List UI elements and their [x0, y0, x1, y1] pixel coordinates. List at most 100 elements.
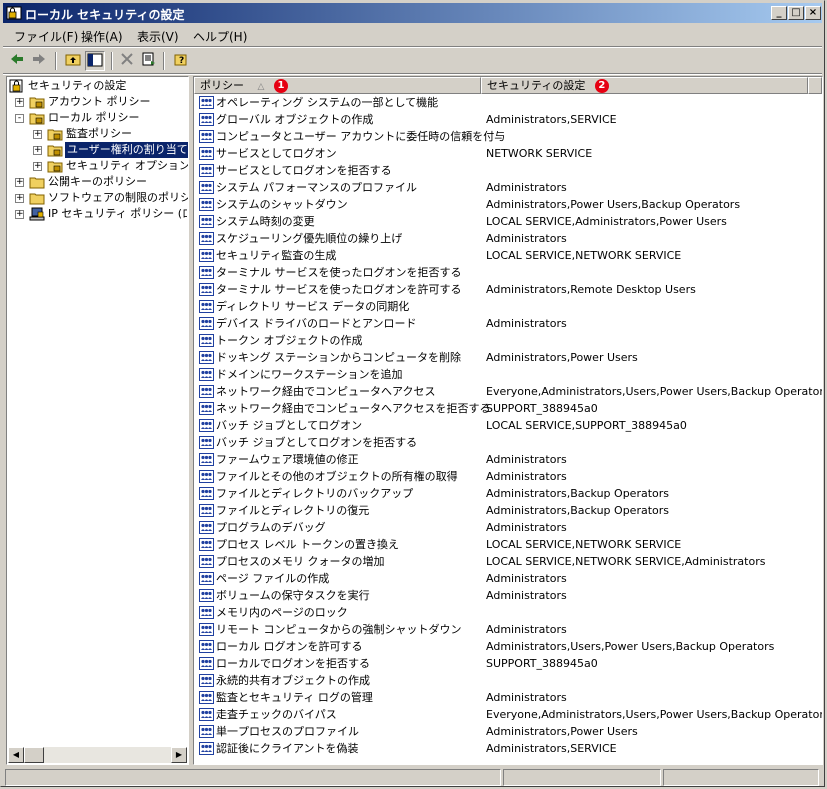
- scroll-right-icon[interactable]: ▶: [171, 747, 187, 763]
- policy-name: 永続的共有オブジェクトの作成: [216, 674, 370, 687]
- table-row[interactable]: ファイルとディレクトリの復元 Administrators,Backup Oper…: [194, 502, 822, 519]
- back-arrow-icon[interactable]: [7, 51, 27, 71]
- table-row[interactable]: ローカルでログオンを拒否する SUPPORT_388945a0: [194, 655, 822, 672]
- policy-name: オペレーティング システムの一部として機能: [216, 96, 439, 109]
- user-right-policy-icon: [199, 538, 214, 551]
- table-row[interactable]: ボリュームの保守タスクを実行 Administrators: [194, 587, 822, 604]
- export-list-icon[interactable]: [139, 51, 159, 71]
- tree-item-security-options[interactable]: + セキュリティ オプション: [7, 158, 188, 174]
- scroll-left-icon[interactable]: ◀: [8, 747, 24, 763]
- menu-help[interactable]: ヘルプ(H): [193, 28, 247, 45]
- policy-name: グローバル オブジェクトの作成: [216, 113, 374, 126]
- table-row[interactable]: ネットワーク経由でコンピュータへアクセスを拒否する SUPPORT_388945a…: [194, 400, 822, 417]
- user-right-policy-icon: [199, 657, 214, 670]
- table-row[interactable]: システムのシャットダウン Administrators,Power Users,B…: [194, 196, 822, 213]
- policy-setting: LOCAL SERVICE,NETWORK SERVICE: [486, 538, 682, 551]
- policy-setting: Administrators,Power Users,Backup Operat…: [486, 198, 741, 211]
- policy-setting: SUPPORT_388945a0: [486, 402, 598, 415]
- table-row[interactable]: サービスとしてログオン NETWORK SERVICE: [194, 145, 822, 162]
- table-row[interactable]: 単一プロセスのプロファイル Administrators,Power Users: [194, 723, 822, 740]
- table-row[interactable]: ドッキング ステーションからコンピュータを削除 Administrators,Po…: [194, 349, 822, 366]
- collapse-icon[interactable]: -: [15, 114, 24, 123]
- tree-item-user-rights-assignment[interactable]: + ユーザー権利の割り当て: [7, 141, 188, 159]
- column-header-policy[interactable]: ポリシー △ 1: [194, 77, 481, 94]
- table-row[interactable]: 監査とセキュリティ ログの管理 Administrators: [194, 689, 822, 706]
- table-row[interactable]: プロセス レベル トークンの置き換え LOCAL SERVICE,NETWORK …: [194, 536, 822, 553]
- tree-item-ip-security[interactable]: + IP セキュリティ ポリシー (ローカル コンピュータ): [7, 206, 187, 222]
- table-row[interactable]: グローバル オブジェクトの作成 Administrators,SERVICE: [194, 111, 822, 128]
- tree-pane[interactable]: セキュリティの設定 + アカウント ポリシー - ローカル ポリシー + 監査ポ…: [6, 76, 189, 765]
- table-row[interactable]: 永続的共有オブジェクトの作成: [194, 672, 822, 689]
- tree-horizontal-scrollbar[interactable]: ◀ ▶: [8, 747, 187, 763]
- user-right-policy-icon: [199, 113, 214, 126]
- tree-item-audit-policy[interactable]: + 監査ポリシー: [7, 126, 187, 142]
- policy-setting: Administrators,SERVICE: [486, 113, 617, 126]
- forward-arrow-icon[interactable]: [29, 51, 49, 71]
- close-button[interactable]: ×: [805, 6, 821, 20]
- table-row[interactable]: プロセスのメモリ クォータの増加 LOCAL SERVICE,NETWORK SE…: [194, 553, 822, 570]
- policy-setting: Administrators: [486, 691, 567, 704]
- delete-icon[interactable]: [117, 51, 137, 71]
- policy-setting: Administrators,Remote Desktop Users: [486, 283, 696, 296]
- tree-item-software-restriction[interactable]: + ソフトウェアの制限のポリシー: [7, 190, 188, 206]
- table-row[interactable]: プログラムのデバッグ Administrators: [194, 519, 822, 536]
- expand-icon[interactable]: +: [33, 162, 42, 171]
- table-row[interactable]: システム パフォーマンスのプロファイル Administrators: [194, 179, 822, 196]
- tree-item-local-policy[interactable]: - ローカル ポリシー: [7, 110, 187, 126]
- tree-item-account-policy[interactable]: + アカウント ポリシー: [7, 94, 187, 110]
- policy-setting: LOCAL SERVICE,Administrators,Power Users: [486, 215, 727, 228]
- expand-icon[interactable]: +: [33, 130, 42, 139]
- title-bar[interactable]: ローカル セキュリティの設定 _ □ ×: [3, 3, 822, 23]
- table-row[interactable]: デバイス ドライバのロードとアンロード Administrators: [194, 315, 822, 332]
- expand-icon[interactable]: +: [15, 98, 24, 107]
- maximize-button[interactable]: □: [788, 6, 804, 20]
- menu-file[interactable]: ファイル(F): [14, 28, 78, 45]
- policy-list-pane[interactable]: ポリシー △ 1 セキュリティの設定 2 オペレーティング システムの一部として…: [193, 76, 823, 765]
- table-row[interactable]: 走査チェックのバイパス Everyone,Administrators,Users…: [194, 706, 822, 723]
- user-right-policy-icon: [199, 198, 214, 211]
- table-row[interactable]: リモート コンピュータからの強制シャットダウン Administrators: [194, 621, 822, 638]
- policy-setting: Everyone,Administrators,Users,Power User…: [486, 385, 823, 398]
- expand-icon[interactable]: +: [15, 194, 24, 203]
- table-row[interactable]: バッチ ジョブとしてログオンを拒否する: [194, 434, 822, 451]
- table-row[interactable]: メモリ内のページのロック: [194, 604, 822, 621]
- table-row[interactable]: ドメインにワークステーションを追加: [194, 366, 822, 383]
- help-icon[interactable]: ?: [171, 51, 191, 71]
- policy-setting: Administrators: [486, 623, 567, 636]
- table-row[interactable]: スケジューリング優先順位の繰り上げ Administrators: [194, 230, 822, 247]
- table-row[interactable]: ターミナル サービスを使ったログオンを拒否する: [194, 264, 822, 281]
- show-hide-tree-icon[interactable]: [85, 51, 105, 71]
- policy-name: ネットワーク経由でコンピュータへアクセスを拒否する: [216, 402, 491, 415]
- table-row[interactable]: 認証後にクライアントを偽装 Administrators,SERVICE: [194, 740, 822, 757]
- up-folder-icon[interactable]: [63, 51, 83, 71]
- table-row[interactable]: システム時刻の変更 LOCAL SERVICE,Administrators,Po…: [194, 213, 822, 230]
- table-row[interactable]: ターミナル サービスを使ったログオンを許可する Administrators,Re…: [194, 281, 822, 298]
- table-row[interactable]: オペレーティング システムの一部として機能: [194, 94, 822, 111]
- table-row[interactable]: トークン オブジェクトの作成: [194, 332, 822, 349]
- expand-icon[interactable]: +: [15, 178, 24, 187]
- table-row[interactable]: ローカル ログオンを許可する Administrators,Users,Power…: [194, 638, 822, 655]
- table-row[interactable]: ファイルとその他のオブジェクトの所有権の取得 Administrators: [194, 468, 822, 485]
- table-row[interactable]: セキュリティ監査の生成 LOCAL SERVICE,NETWORK SERVICE: [194, 247, 822, 264]
- expand-icon[interactable]: +: [15, 210, 24, 219]
- expand-icon[interactable]: +: [33, 146, 42, 155]
- tree-item-public-key-policy[interactable]: + 公開キーのポリシー: [7, 174, 187, 190]
- menu-view[interactable]: 表示(V): [137, 28, 179, 45]
- column-header-security-setting[interactable]: セキュリティの設定 2: [481, 77, 808, 94]
- column-header-filler: [808, 77, 822, 94]
- table-row[interactable]: ディレクトリ サービス データの同期化: [194, 298, 822, 315]
- user-right-policy-icon: [199, 521, 214, 534]
- table-row[interactable]: サービスとしてログオンを拒否する: [194, 162, 822, 179]
- table-row[interactable]: バッチ ジョブとしてログオン LOCAL SERVICE,SUPPORT_3889…: [194, 417, 822, 434]
- table-row[interactable]: コンピュータとユーザー アカウントに委任時の信頼を付与: [194, 128, 822, 145]
- scroll-thumb[interactable]: [24, 747, 44, 763]
- user-right-policy-icon: [199, 725, 214, 738]
- table-row[interactable]: ネットワーク経由でコンピュータへアクセス Everyone,Administrat…: [194, 383, 822, 400]
- table-row[interactable]: ページ ファイルの作成 Administrators: [194, 570, 822, 587]
- minimize-button[interactable]: _: [771, 6, 787, 20]
- table-row[interactable]: ファイルとディレクトリのバックアップ Administrators,Backup …: [194, 485, 822, 502]
- user-right-policy-icon: [199, 266, 214, 279]
- menu-action[interactable]: 操作(A): [81, 28, 123, 45]
- policy-name: メモリ内のページのロック: [216, 606, 348, 619]
- table-row[interactable]: ファームウェア環境値の修正 Administrators: [194, 451, 822, 468]
